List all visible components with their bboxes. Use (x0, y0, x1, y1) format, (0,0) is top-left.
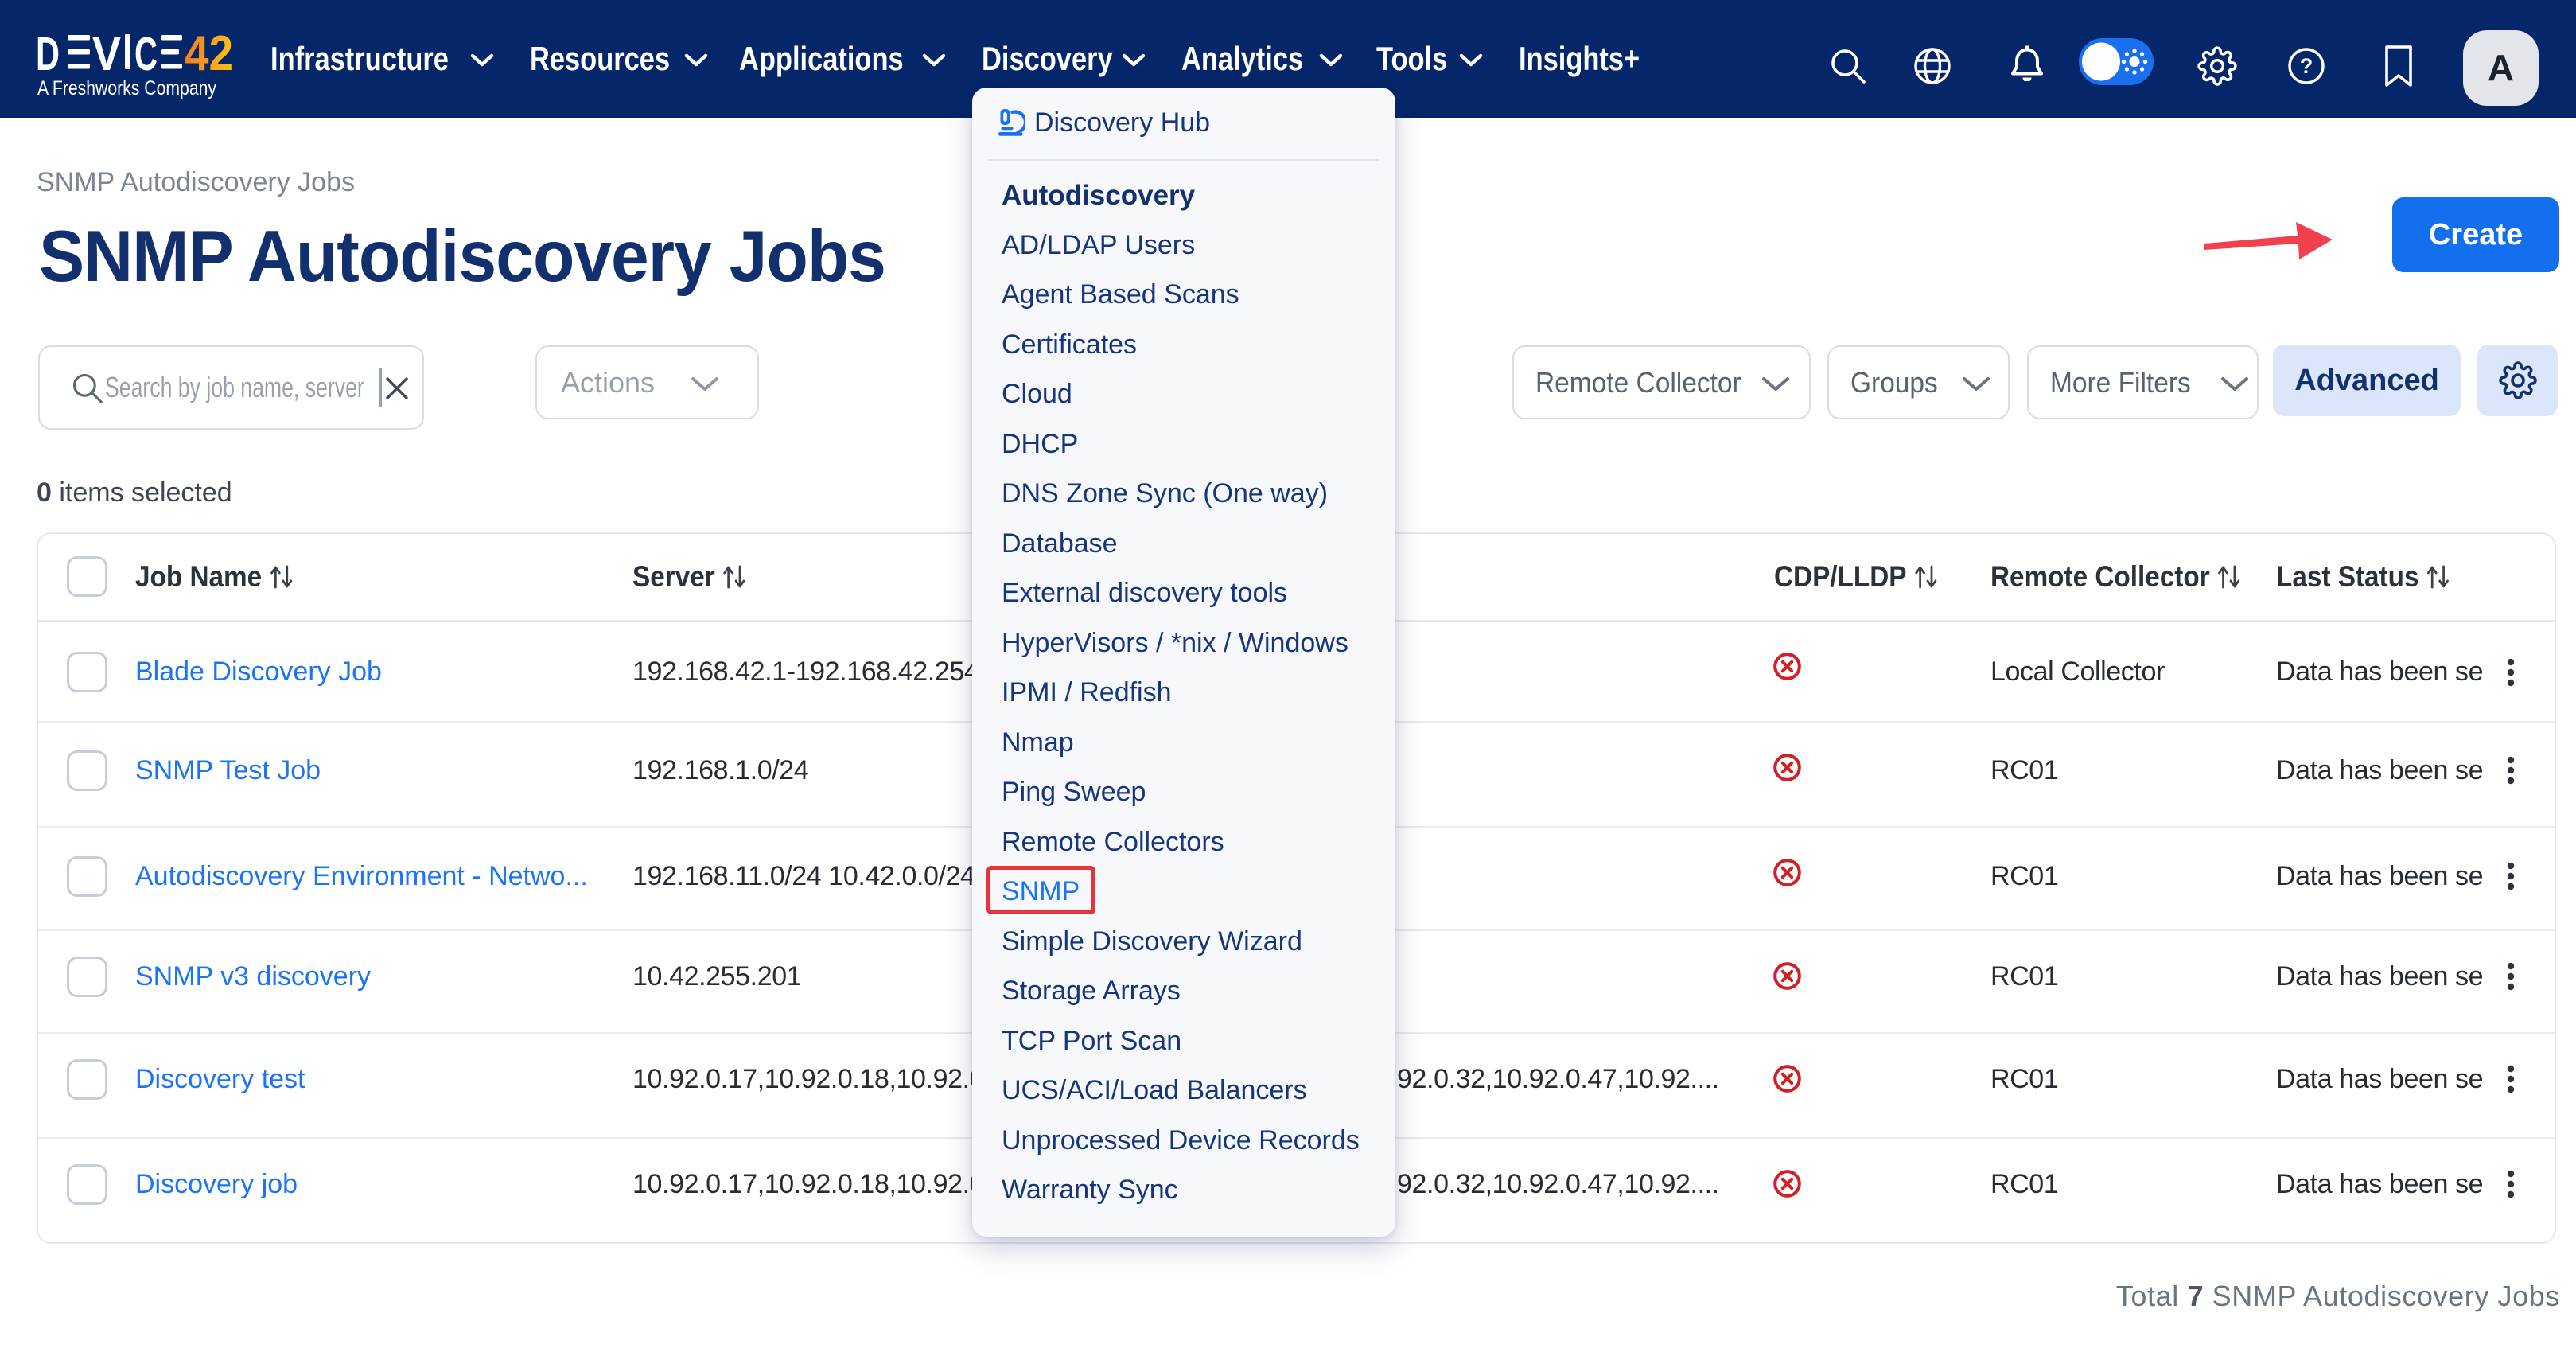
svg-text:V: V (92, 34, 121, 80)
svg-text:D: D (37, 34, 60, 80)
svg-text:?: ? (2300, 54, 2313, 78)
svg-text:C: C (134, 34, 158, 80)
svg-text:42: 42 (185, 34, 233, 81)
svg-text:A Freshworks Company: A Freshworks Company (37, 77, 216, 99)
